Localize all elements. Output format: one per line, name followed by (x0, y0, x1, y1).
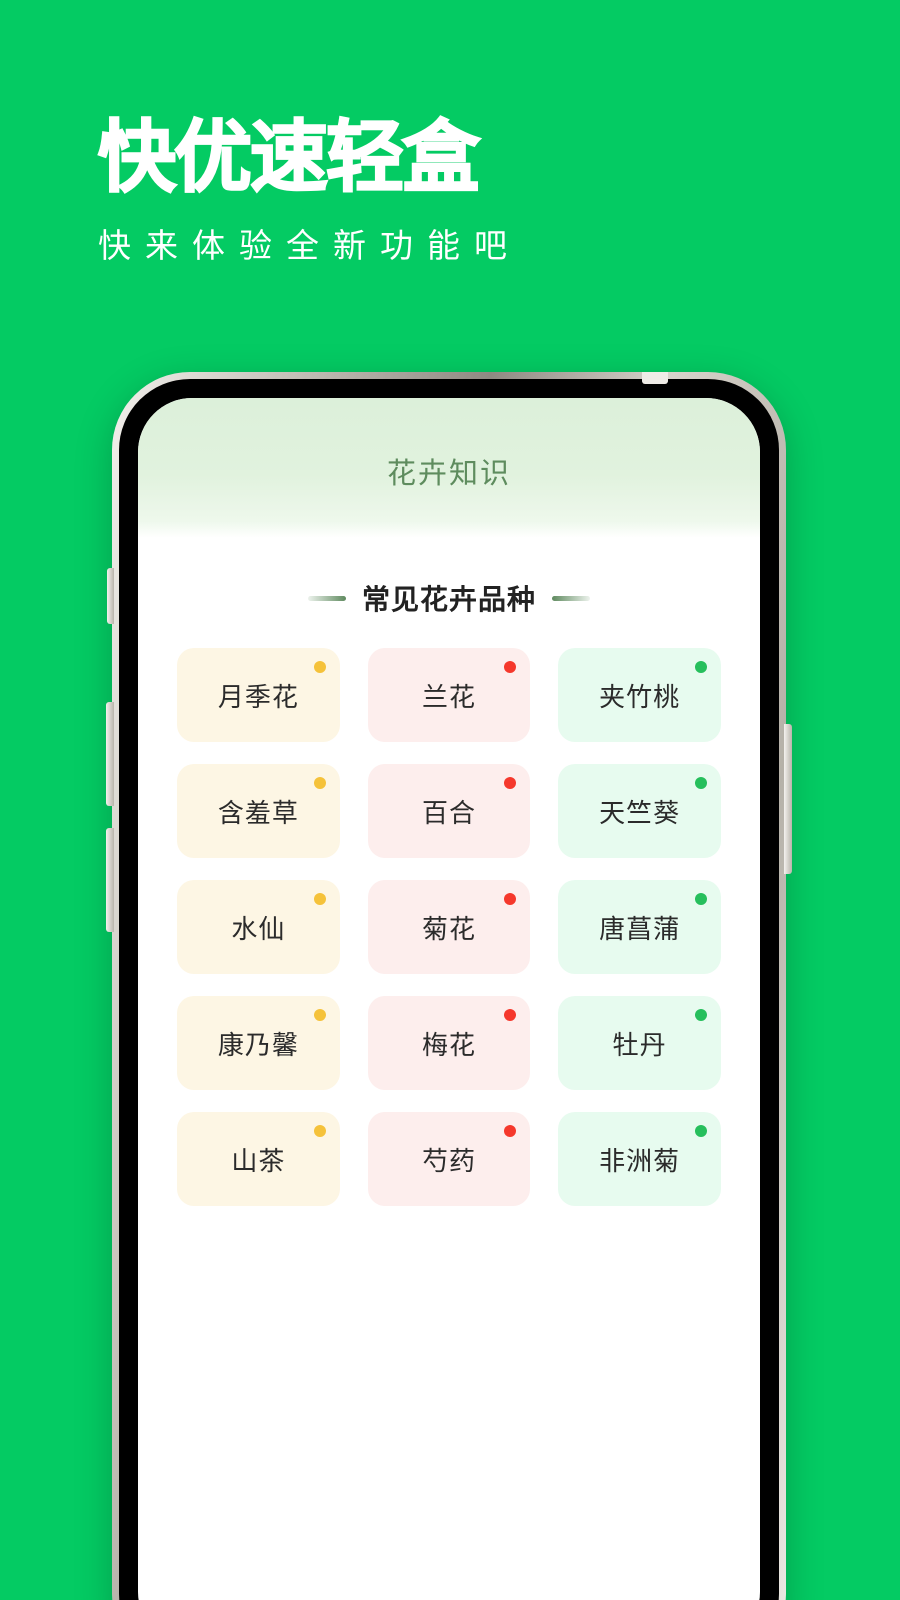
section-title: 常见花卉品种 (361, 584, 536, 615)
status-dot-icon (504, 661, 517, 673)
flower-card-label: 含羞草 (217, 797, 299, 828)
volume-up-button[interactable] (106, 702, 114, 806)
flower-card-label: 水仙 (231, 913, 286, 944)
status-dot-icon (313, 1009, 326, 1021)
flower-card-label: 牡丹 (612, 1029, 667, 1060)
status-dot-icon (504, 777, 517, 789)
flower-card-label: 兰花 (421, 681, 476, 712)
flower-card[interactable]: 唐菖蒲 (558, 880, 721, 974)
flower-card-label: 康乃馨 (217, 1029, 299, 1060)
status-dot-icon (313, 1125, 326, 1137)
status-dot-icon (695, 661, 707, 673)
flower-card[interactable]: 牡丹 (558, 996, 721, 1090)
flower-card[interactable]: 百合 (367, 764, 531, 858)
status-dot-icon (504, 1009, 517, 1021)
flower-card[interactable]: 菊花 (367, 880, 531, 974)
app-content: 常见花卉品种 月季花 兰花 夹竹桃含羞草 百合 天竺葵水仙 菊花 唐菖蒲康乃馨 梅花 牡丹山茶 芍… (138, 538, 760, 1206)
promo-title: 快优速轻盒 (97, 113, 481, 203)
flower-card-label: 菊花 (421, 913, 476, 944)
flower-card[interactable]: 芍药 (367, 1112, 531, 1206)
flower-card-label: 梅花 (421, 1029, 476, 1060)
flower-card-label: 非洲菊 (599, 1145, 681, 1176)
flower-card[interactable]: 康乃馨 (177, 996, 340, 1090)
status-dot-icon (695, 777, 707, 789)
status-dot-icon (313, 661, 326, 673)
flower-card-label: 芍药 (421, 1145, 476, 1176)
flower-card-label: 百合 (421, 797, 476, 828)
flower-card[interactable]: 兰花 (367, 648, 531, 742)
promo-banner: 快优速轻盒 快来体验全新功能吧 (97, 113, 818, 265)
flower-card-label: 山茶 (231, 1145, 286, 1176)
flower-card-label: 唐菖蒲 (599, 913, 681, 944)
dash-left-icon (307, 595, 346, 601)
status-dot-icon (695, 1009, 707, 1021)
status-dot-icon (695, 893, 707, 905)
flower-card[interactable]: 梅花 (367, 996, 531, 1090)
status-dot-icon (504, 1125, 517, 1137)
page-title: 花卉知识 (386, 458, 511, 490)
flower-card[interactable]: 月季花 (177, 648, 340, 742)
status-dot-icon (313, 777, 326, 789)
app-header: 花卉知识 (138, 398, 760, 538)
volume-down-button[interactable] (106, 828, 114, 932)
power-button[interactable] (784, 724, 792, 874)
flower-card-label: 天竺葵 (599, 797, 681, 828)
dash-right-icon (552, 595, 590, 601)
flower-card[interactable]: 含羞草 (177, 764, 340, 858)
section-heading: 常见花卉品种 (164, 538, 734, 648)
flower-card[interactable]: 天竺葵 (558, 764, 721, 858)
flower-card-label: 夹竹桃 (599, 681, 681, 712)
phone-bezel: 花卉知识 常见花卉品种 月季花 兰花 夹竹桃含羞草 百合 天竺葵水仙 菊花 唐菖蒲康乃馨 梅花… (119, 379, 779, 1600)
flower-card[interactable]: 水仙 (177, 880, 340, 974)
mute-switch-button[interactable] (107, 568, 114, 624)
flower-card[interactable]: 夹竹桃 (558, 648, 721, 742)
status-dot-icon (313, 893, 326, 905)
flower-card-label: 月季花 (217, 681, 299, 712)
status-dot-icon (695, 1125, 707, 1137)
flower-card[interactable]: 山茶 (177, 1112, 340, 1206)
phone-mockup: 花卉知识 常见花卉品种 月季花 兰花 夹竹桃含羞草 百合 天竺葵水仙 菊花 唐菖蒲康乃馨 梅花… (106, 372, 792, 1600)
flower-grid: 月季花 兰花 夹竹桃含羞草 百合 天竺葵水仙 菊花 唐菖蒲康乃馨 梅花 牡丹山茶 芍药 非洲菊 (164, 648, 734, 1206)
phone-screen: 花卉知识 常见花卉品种 月季花 兰花 夹竹桃含羞草 百合 天竺葵水仙 菊花 唐菖蒲康乃馨 梅花… (138, 398, 760, 1600)
flower-card[interactable]: 非洲菊 (558, 1112, 721, 1206)
promo-subtitle: 快来体验全新功能吧 (98, 226, 521, 264)
antenna-line (642, 372, 668, 384)
status-dot-icon (504, 893, 517, 905)
